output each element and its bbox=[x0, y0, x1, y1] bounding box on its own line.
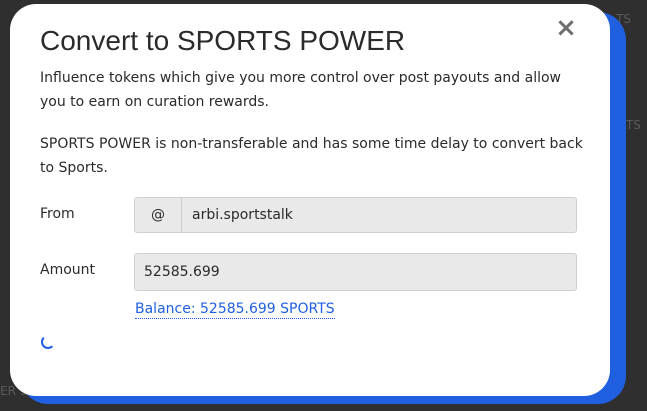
amount-field[interactable] bbox=[134, 253, 577, 291]
spinner-icon bbox=[41, 335, 55, 349]
modal-title: Convert to SPORTS POWER bbox=[40, 25, 406, 56]
description-influence: Influence tokens which give you more con… bbox=[40, 70, 562, 110]
convert-modal: × Convert to SPORTS POWER Influence toke… bbox=[10, 4, 610, 396]
from-input-group: @ bbox=[134, 197, 577, 233]
close-icon[interactable]: × bbox=[554, 15, 578, 41]
amount-label: Amount bbox=[40, 262, 96, 278]
balance-link[interactable]: Balance: 52585.699 SPORTS bbox=[135, 300, 335, 319]
from-account-field[interactable] bbox=[182, 198, 576, 232]
description-non-transferable: SPORTS POWER is non-transferable and has… bbox=[40, 136, 583, 176]
at-prefix: @ bbox=[135, 198, 182, 232]
from-label: From bbox=[40, 206, 75, 222]
